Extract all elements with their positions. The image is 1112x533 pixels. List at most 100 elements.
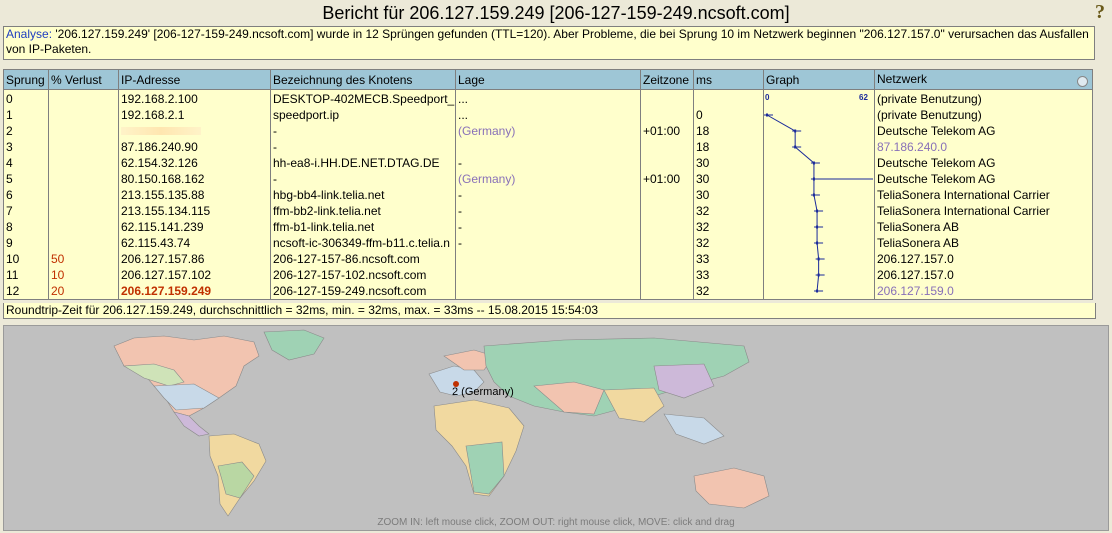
timezone-cell: +01:00 [640,123,694,139]
roundtrip-summary: Roundtrip-Zeit für 206.127.159.249, durc… [3,303,1096,319]
node-cell: ffm-b1-link.telia.net [270,219,456,235]
col-header-netzwerk[interactable]: Netzwerk [874,69,1093,90]
hop-cell: 2 [3,123,49,139]
location-cell [455,139,641,155]
location-cell [455,267,641,283]
ip-cell: 62.115.141.239 [118,219,271,235]
table-row[interactable]: 3 87.186.240.90- 18 87.186.240.0 [3,139,1093,155]
col-header-zeitzone[interactable]: Zeitzone [640,69,694,90]
graph-cell [763,155,875,171]
graph-cell [763,171,875,187]
loss-cell [48,123,119,139]
hop-cell: 10 [3,251,49,267]
table-row[interactable]: 7 213.155.134.115 ffm-bb2-link.telia.net - 3… [3,203,1093,219]
hop-cell: 1 [3,107,49,123]
map-zoom-hint: ZOOM IN: left mouse click, ZOOM OUT: rig… [377,517,735,528]
region-southeast-asia [663,413,725,445]
ip-cell: 206.127.157.86 [118,251,271,267]
loss-cell [48,171,119,187]
table-row[interactable]: 5 80.150.168.162- (Germany) +01:00 30 Deutsch… [3,171,1093,187]
loss-cell [48,203,119,219]
ip-cell: 192.168.2.100 [118,89,271,107]
timezone-cell [640,235,694,251]
col-header-lage[interactable]: Lage [455,69,641,90]
timezone-cell [640,283,694,300]
hop-cell: 11 [3,267,49,283]
analysis-label: Analyse: [6,27,53,41]
network-cell: Deutsche Telekom AG [874,171,1093,187]
loss-cell [48,187,119,203]
graph-cell [763,251,875,267]
world-map-canvas[interactable] [4,326,1108,530]
col-header-node[interactable]: Bezeichnung des Knotens [270,69,456,90]
location-cell: - [455,219,641,235]
node-cell: DESKTOP-402MECB.Speedport_ [270,89,456,107]
table-row[interactable]: 2 - (Germany) +01:00 18 Deutsche Telekom AG [3,123,1093,139]
ms-cell: 18 [693,123,764,139]
network-cell: Deutsche Telekom AG [874,155,1093,171]
graph-cell [763,187,875,203]
col-header-sprung[interactable]: Sprung [3,69,49,90]
analysis-text: '206.127.159.249' [206-127-159-249.ncsof… [6,27,1089,56]
location-cell [455,251,641,267]
world-map[interactable]: 2 (Germany) ZOOM IN: left mouse click, Z… [3,325,1109,531]
location-cell: - [455,235,641,251]
table-row[interactable]: 4 62.154.32.126 hh-ea8-i.HH.DE.NET.DTAG.DE… [3,155,1093,171]
col-header-ms[interactable]: ms [693,69,764,90]
column-options-icon[interactable] [1077,76,1088,87]
graph-cell: 0 62 [763,89,875,293]
ms-cell: 30 [693,171,764,187]
timezone-cell [640,219,694,235]
loss-cell: 20 [48,283,119,300]
network-cell: 206.127.157.0 [874,267,1093,283]
table-row[interactable]: 8 62.115.141.239 ffm-b1-link.telia.net - 32 T… [3,219,1093,235]
ip-cell: 206.127.159.249 [118,283,271,300]
graph-cell [763,219,875,235]
timezone-cell [640,251,694,267]
network-cell: (private Benutzung) [874,107,1093,123]
graph-cell [763,203,875,219]
table-row[interactable]: 10 50 206.127.157.86 206-127-157-86.ncsoft.… [3,251,1093,267]
node-cell: - [270,171,456,187]
table-row[interactable]: 11 10 206.127.157.102 206-127-157-102.ncsof… [3,267,1093,283]
table-row[interactable]: 1 192.168.2.1 speedport.ip... 0 (private Ben… [3,107,1093,123]
graph-cell [763,107,875,123]
ms-cell: 33 [693,267,764,283]
hop-cell: 0 [3,89,49,107]
col-header-graph[interactable]: Graph [763,69,875,90]
node-cell: speedport.ip [270,107,456,123]
graph-cell [763,123,875,139]
col-header-netzwerk-label: Netzwerk [877,72,928,86]
location-cell: ... [455,107,641,123]
table-row[interactable]: 9 62.115.43.74 ncsoft-ic-306349-ffm-b11.c.… [3,235,1093,251]
col-header-ip[interactable]: IP-Adresse [118,69,271,90]
timezone-cell [640,139,694,155]
graph-scale-max: 62 [859,93,868,102]
loss-cell: 50 [48,251,119,267]
ms-cell: 33 [693,251,764,267]
table-row[interactable]: 6 213.155.135.88 hbg-bb4-link.telia.net - 30… [3,187,1093,203]
hop-cell: 5 [3,171,49,187]
ip-cell: 213.155.135.88 [118,187,271,203]
ms-cell [693,89,764,107]
node-cell: 206-127-157-86.ncsoft.com [270,251,456,267]
hop-cell: 7 [3,203,49,219]
loss-cell [48,219,119,235]
table-row[interactable]: 12 20 206.127.159.249 206-127-159-249.ncsof… [3,283,1093,300]
network-cell: TeliaSonera International Carrier [874,203,1093,219]
region-greenland [263,329,325,361]
timezone-cell [640,267,694,283]
question-mark-icon[interactable]: ? [1095,2,1109,22]
graph-cell [763,139,875,155]
graph-cell [763,267,875,283]
network-cell: Deutsche Telekom AG [874,123,1093,139]
region-central-america [173,411,210,437]
table-row[interactable]: 0 192.168.2.100 DESKTOP-402MECB.Speedport_… [3,89,1093,293]
ip-cell: 213.155.134.115 [118,203,271,219]
col-header-verlust[interactable]: % Verlust [48,69,119,90]
network-cell: TeliaSonera International Carrier [874,187,1093,203]
report-title: Bericht für 206.127.159.249 [206-127-159… [322,3,790,23]
network-cell: (private Benutzung) [874,89,1093,107]
graph-cell [763,283,875,300]
location-cell: - [455,203,641,219]
